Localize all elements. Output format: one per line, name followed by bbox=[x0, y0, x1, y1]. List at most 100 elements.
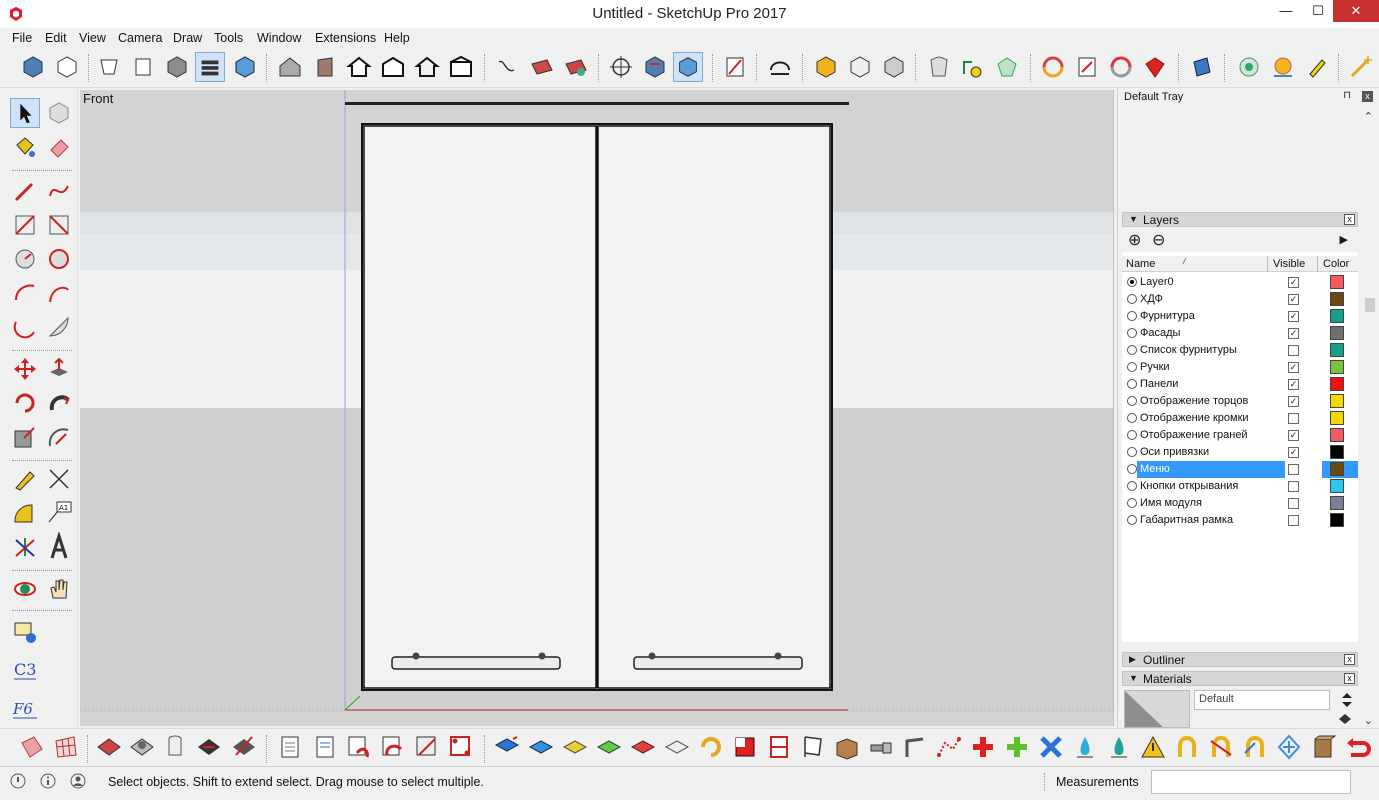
material-name-field[interactable]: Default bbox=[1194, 690, 1330, 710]
sandbox-drape-icon[interactable] bbox=[128, 733, 156, 761]
follow-me-icon[interactable] bbox=[765, 52, 795, 82]
layer-color-swatch[interactable] bbox=[1330, 394, 1344, 408]
top-view-icon[interactable] bbox=[94, 52, 124, 82]
hinge-panel-icon[interactable] bbox=[447, 733, 475, 761]
flag-icon[interactable] bbox=[799, 733, 827, 761]
component-attr-icon[interactable] bbox=[958, 52, 988, 82]
layer-color-swatch[interactable] bbox=[1330, 360, 1344, 374]
layer-visible-checkbox[interactable]: ✓ bbox=[1288, 447, 1299, 458]
layer-row[interactable]: Отображение кромки bbox=[1122, 410, 1358, 427]
house-right-icon[interactable] bbox=[378, 52, 408, 82]
active-layer-radio[interactable] bbox=[1127, 277, 1137, 287]
layer-color-swatch[interactable] bbox=[1330, 377, 1344, 391]
freehand-icon[interactable] bbox=[492, 52, 522, 82]
edit-pencil-icon[interactable] bbox=[1072, 52, 1102, 82]
layer-row[interactable]: Фасады ✓ bbox=[1122, 325, 1358, 342]
active-layer-radio[interactable] bbox=[1127, 464, 1137, 474]
rotate-icon[interactable] bbox=[10, 388, 40, 418]
horseshoe-blue-icon[interactable] bbox=[1241, 733, 1269, 761]
menu-window[interactable]: Window bbox=[257, 31, 301, 45]
eraser-icon[interactable] bbox=[44, 132, 74, 162]
freehand-curve-icon[interactable] bbox=[44, 176, 74, 206]
menu-tools[interactable]: Tools bbox=[214, 31, 243, 45]
undo-panel-icon[interactable] bbox=[345, 733, 373, 761]
texture-position-icon[interactable] bbox=[18, 733, 46, 761]
layer-color-swatch[interactable] bbox=[1330, 343, 1344, 357]
menu-help[interactable]: Help bbox=[384, 31, 410, 45]
push-pull-icon[interactable] bbox=[44, 354, 74, 384]
layer-color-swatch[interactable] bbox=[1330, 411, 1344, 425]
layer-row[interactable]: Отображение торцов ✓ bbox=[1122, 393, 1358, 410]
monochrome-style-icon[interactable] bbox=[230, 52, 260, 82]
layer-row[interactable]: Layer0 ✓ bbox=[1122, 274, 1358, 291]
sandbox-smoove-icon[interactable] bbox=[561, 52, 591, 82]
active-layer-radio[interactable] bbox=[1127, 498, 1137, 508]
red-cross-icon[interactable] bbox=[969, 733, 997, 761]
connector-icon[interactable] bbox=[867, 733, 895, 761]
layer-color-swatch[interactable] bbox=[1330, 496, 1344, 510]
layer-info-icon[interactable] bbox=[10, 616, 40, 646]
hatched-shelf-icon[interactable] bbox=[663, 733, 691, 761]
house-back-icon[interactable] bbox=[412, 52, 442, 82]
pie-icon[interactable] bbox=[44, 312, 74, 342]
arc-icon[interactable] bbox=[10, 278, 40, 308]
layer-name[interactable]: Кнопки открывания bbox=[1140, 480, 1238, 492]
house-iso-icon[interactable] bbox=[275, 52, 305, 82]
undo-red-icon[interactable] bbox=[1343, 733, 1371, 761]
section-plane-icon[interactable] bbox=[606, 52, 636, 82]
layer-color-swatch[interactable] bbox=[1330, 428, 1344, 442]
layer-name[interactable]: Список фурнитуры bbox=[1140, 344, 1237, 356]
grid-panel-icon[interactable] bbox=[413, 733, 441, 761]
menu-draw[interactable]: Draw bbox=[173, 31, 202, 45]
layer-color-swatch[interactable] bbox=[1330, 275, 1344, 289]
layer-name[interactable]: Отображение торцов bbox=[1140, 395, 1248, 407]
layer-color-swatch[interactable] bbox=[1330, 309, 1344, 323]
scroll-up-icon[interactable]: ⌃ bbox=[1364, 110, 1373, 123]
scale-icon[interactable] bbox=[10, 422, 40, 452]
layer-visible-checkbox[interactable]: ✓ bbox=[1288, 430, 1299, 441]
layer-name[interactable]: Габаритная рамка bbox=[1140, 514, 1233, 526]
menu-extensions[interactable]: Extensions bbox=[315, 31, 376, 45]
active-layer-radio[interactable] bbox=[1127, 447, 1137, 457]
line-pencil-icon[interactable] bbox=[10, 176, 40, 206]
sandbox-add-detail-icon[interactable] bbox=[95, 733, 123, 761]
f6-plugin-icon[interactable]: F6 bbox=[10, 694, 40, 724]
refresh-arrows-icon[interactable] bbox=[1106, 52, 1136, 82]
model-info-icon[interactable] bbox=[1187, 52, 1217, 82]
polygon-icon[interactable] bbox=[44, 244, 74, 274]
menu-file[interactable]: File bbox=[12, 31, 32, 45]
outliner-panel-header[interactable]: ▶ Outliner x bbox=[1122, 652, 1358, 667]
ruby-console-icon[interactable] bbox=[720, 52, 750, 82]
grid-mesh-icon[interactable] bbox=[52, 733, 80, 761]
circle-icon[interactable] bbox=[10, 244, 40, 274]
active-layer-radio[interactable] bbox=[1127, 294, 1137, 304]
teal-drop-icon[interactable] bbox=[1105, 733, 1133, 761]
dotted-path-icon[interactable] bbox=[935, 733, 963, 761]
active-layer-radio[interactable] bbox=[1127, 345, 1137, 355]
dimension-icon[interactable] bbox=[44, 464, 74, 494]
sandbox-flip-icon[interactable] bbox=[195, 733, 223, 761]
layer-name[interactable]: Фурнитура bbox=[1140, 310, 1195, 322]
layers-panel-header[interactable]: ▼ Layers x bbox=[1122, 212, 1358, 227]
layer-visible-checkbox[interactable] bbox=[1288, 498, 1299, 509]
two-point-arc-icon[interactable] bbox=[44, 278, 74, 308]
wireframe-box-icon[interactable] bbox=[52, 52, 82, 82]
user-sign-in-icon[interactable] bbox=[70, 773, 86, 789]
menu-edit[interactable]: Edit bbox=[45, 31, 67, 45]
house-left-icon[interactable] bbox=[446, 52, 476, 82]
edge-band-icon[interactable] bbox=[697, 733, 725, 761]
close-button[interactable]: ✕ bbox=[1333, 0, 1379, 22]
layer-name[interactable]: Отображение граней bbox=[1140, 429, 1248, 441]
magic-wand-icon[interactable] bbox=[1346, 52, 1376, 82]
layer-name[interactable]: Имя модуля bbox=[1140, 497, 1202, 509]
active-layer-radio[interactable] bbox=[1127, 311, 1137, 321]
column-name[interactable]: Name bbox=[1126, 258, 1155, 270]
text-label-icon[interactable]: A1 bbox=[44, 498, 74, 528]
layer-name[interactable]: Меню bbox=[1140, 463, 1170, 475]
measurements-input[interactable] bbox=[1151, 770, 1351, 794]
cz-plugin-icon[interactable]: C3 bbox=[10, 654, 40, 684]
horseshoe-red-icon[interactable] bbox=[1207, 733, 1235, 761]
green-shelf-icon[interactable] bbox=[595, 733, 623, 761]
layer-name[interactable]: Панели bbox=[1140, 378, 1178, 390]
warning-icon[interactable] bbox=[1139, 733, 1167, 761]
